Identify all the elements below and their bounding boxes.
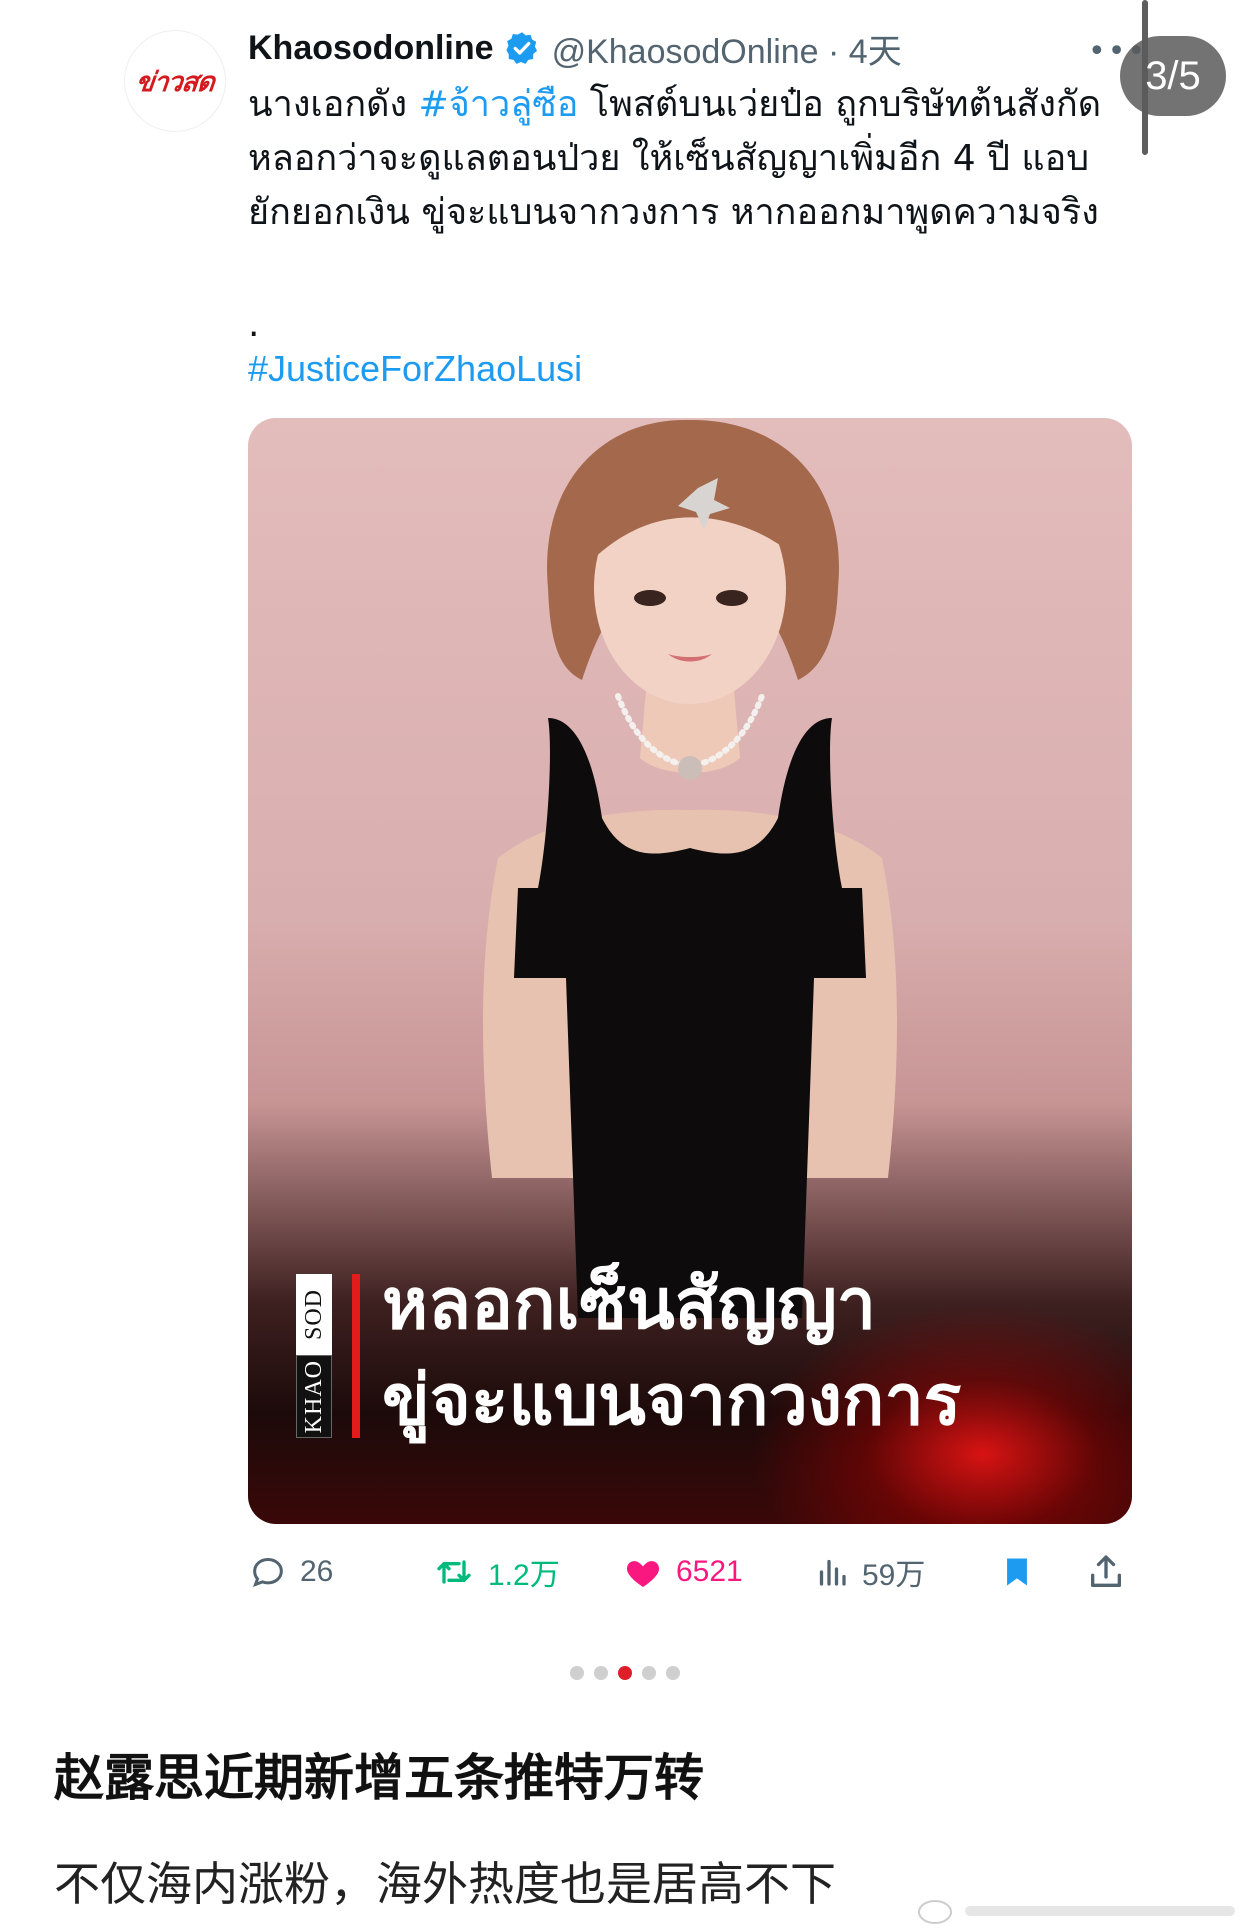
platform-watermark xyxy=(918,1900,1235,1924)
tweet-body: นางเอกดัง #จ้าวลู่ซือ โพสต์บนเว่ยป๋อ ถูก… xyxy=(248,78,1128,240)
views-count: 59万 xyxy=(862,1559,926,1592)
media-headline: หลอกเซ็นสัญญา ขู่จะแบนจากวงการ xyxy=(382,1256,1102,1448)
brand-sod-text: SOD xyxy=(300,1288,327,1340)
account-name[interactable]: Khaosodonline xyxy=(248,29,494,68)
retweet-button[interactable]: 1.2万 xyxy=(432,1546,560,1598)
like-count: 6521 xyxy=(676,1555,743,1588)
reply-icon xyxy=(253,1557,283,1588)
retweet-count: 1.2万 xyxy=(488,1559,560,1592)
carousel-dot-active[interactable] xyxy=(618,1666,632,1680)
tweet-header: Khaosodonline @KhaosodOnline · 4天 xyxy=(248,22,902,74)
image-page-counter: 3/5 xyxy=(1120,36,1226,116)
tweet-media-image[interactable]: SOD KHAO หลอกเซ็นสัญญา ขู่จะแบนจากวงการ xyxy=(248,418,1132,1524)
headline-accent-bar xyxy=(352,1274,360,1438)
bookmark-button[interactable] xyxy=(1000,1546,1046,1598)
account-avatar[interactable]: ข่าวสด xyxy=(124,30,226,132)
khaosod-brand-logo: SOD KHAO xyxy=(296,1274,332,1438)
tweet-body-prefix: นางเอกดัง xyxy=(248,84,419,125)
account-handle-time[interactable]: @KhaosodOnline · 4天 xyxy=(552,24,902,73)
headline-line-1: หลอกเซ็นสัญญา xyxy=(382,1263,877,1345)
share-icon xyxy=(1091,1555,1121,1587)
avatar-logo-text: ข่าวสด xyxy=(134,66,216,97)
reply-count: 26 xyxy=(300,1555,334,1588)
views-chart-icon xyxy=(819,1559,846,1586)
post-subtitle: 不仅海内涨粉，海外热度也是居高不下 xyxy=(54,1857,836,1911)
tweet-action-bar: 26 1.2万 6521 59万 xyxy=(248,1546,1132,1598)
share-button[interactable] xyxy=(1086,1546,1138,1598)
tweet-card: ข่าวสด Khaosodonline @KhaosodOnline · 4天… xyxy=(0,0,1260,1640)
retweet-icon xyxy=(437,1560,471,1584)
carousel-dot[interactable] xyxy=(570,1666,584,1680)
views-button[interactable]: 59万 xyxy=(814,1546,925,1598)
carousel-dot[interactable] xyxy=(642,1666,656,1680)
carousel-dot[interactable] xyxy=(666,1666,680,1680)
post-title: 赵露思近期新增五条推特万转 xyxy=(54,1749,704,1807)
reply-button[interactable]: 26 xyxy=(248,1546,333,1598)
hashtag-link[interactable]: #จ้าวลู่ซือ xyxy=(419,84,579,125)
hashtag-justice-link[interactable]: #JusticeForZhaoLusi xyxy=(248,342,582,396)
like-button[interactable]: 6521 xyxy=(622,1546,743,1598)
carousel-dot[interactable] xyxy=(594,1666,608,1680)
carousel-dots xyxy=(570,1666,680,1680)
bookmark-icon xyxy=(1007,1558,1027,1586)
verified-badge-icon xyxy=(505,32,537,64)
heart-icon xyxy=(626,1561,660,1587)
brand-khao-text: KHAO xyxy=(300,1359,327,1434)
headline-line-2: ขู่จะแบนจากวงการ xyxy=(382,1359,962,1441)
